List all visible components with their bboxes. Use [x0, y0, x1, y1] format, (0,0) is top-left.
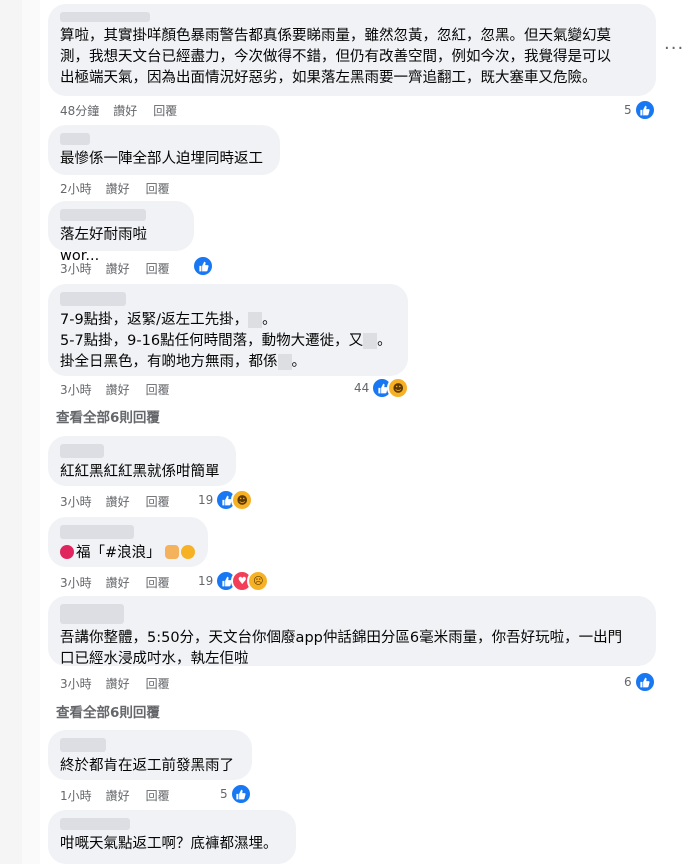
like-button[interactable]: 讚好	[106, 180, 130, 197]
author-name-redacted[interactable]	[60, 604, 124, 624]
view-all-replies-link[interactable]: 查看全部6則回覆	[56, 406, 160, 426]
comment-bubble: 落左好耐雨啦wor...	[48, 201, 194, 264]
reply-button[interactable]: 回覆	[146, 675, 170, 692]
author-name-redacted[interactable]	[60, 818, 130, 830]
reaction-count[interactable]	[192, 255, 214, 277]
comment-time[interactable]: 48分鐘	[60, 102, 99, 119]
reply-button[interactable]: 回覆	[146, 260, 170, 277]
like-reaction-icon	[229, 783, 252, 805]
comment-bubble: 算啦，其實掛咩顏色暴雨警告都真係要睇雨量，雖然忽黃，忽紅，忽黑。但天氣變幻莫 測…	[48, 4, 656, 96]
reply-button[interactable]: 回覆	[146, 574, 170, 591]
comment-bubble: 吾講你整體，5:50分，天文台你個廢app仲話錦田分區6毫米雨量，你吾好玩啦，一…	[48, 596, 656, 667]
left-strip-inner	[22, 0, 40, 864]
comment-time[interactable]: 1小時	[60, 787, 92, 804]
like-button[interactable]: 讚好	[106, 260, 130, 277]
like-button[interactable]: 讚好	[106, 675, 130, 692]
more-options-icon[interactable]: ···	[664, 38, 682, 59]
comment-time[interactable]: 2小時	[60, 180, 92, 197]
comment-text: 終於都肯在返工前發黑雨了	[60, 758, 234, 774]
reaction-number: 5	[220, 787, 228, 801]
author-name-redacted[interactable]	[60, 209, 146, 221]
haha-reaction-icon: ☻	[387, 377, 410, 399]
reaction-number: 44	[354, 381, 370, 395]
reaction-number: 19	[198, 493, 214, 507]
like-reaction-icon	[192, 255, 214, 277]
comment-actions: 1小時 讚好 回覆	[60, 787, 186, 804]
author-name-redacted[interactable]	[60, 525, 134, 539]
reaction-number: 19	[198, 574, 214, 588]
like-reaction-icon	[633, 671, 656, 693]
comment-time[interactable]: 3小時	[60, 493, 92, 510]
comment-text-line: 掛全日黑色，有啲地方無雨，都係。	[60, 354, 306, 370]
author-name-redacted[interactable]	[60, 12, 150, 22]
pleading-emoji-icon	[180, 545, 195, 559]
author-name-redacted[interactable]	[60, 133, 90, 145]
comment-time[interactable]: 3小時	[60, 675, 92, 692]
comment-actions: 3小時 讚好 回覆	[60, 493, 186, 510]
comment-actions: 3小時 讚好 回覆	[60, 260, 186, 277]
comment-time[interactable]: 3小時	[60, 260, 92, 277]
redacted-emoji	[248, 312, 263, 328]
comment-bubble: 咁嘅天氣點返工啊？底褲都濕埋。	[48, 810, 296, 864]
reply-button[interactable]: 回覆	[146, 381, 170, 398]
comment-text-line: 7-9點掛，返緊/返左工先掛，。	[60, 312, 277, 328]
sad-reaction-icon: ☹	[247, 570, 270, 592]
comment-bubble: 最慘係一陣全部人迫埋同時返工	[48, 125, 280, 175]
comment-text-line: 5-7點掛，9-16點任何時間落，動物大遷徙，又。	[60, 333, 392, 349]
view-all-replies-link[interactable]: 查看全部6則回覆	[56, 701, 160, 721]
comment-text: 最慘係一陣全部人迫埋同時返工	[60, 151, 263, 167]
author-name-redacted[interactable]	[60, 738, 106, 752]
emoji-icon	[60, 545, 74, 559]
redacted-emoji	[277, 354, 292, 370]
like-button[interactable]: 讚好	[106, 493, 130, 510]
comment-text: 算啦，其實掛咩顏色暴雨警告都真係要睇雨量，雖然忽黃，忽紅，忽黑。但天氣變幻莫 測…	[60, 28, 611, 86]
comment-actions: 48分鐘 讚好 回覆	[60, 102, 193, 119]
comment-time[interactable]: 3小時	[60, 381, 92, 398]
left-strip	[0, 0, 22, 864]
reply-button[interactable]: 回覆	[153, 102, 177, 119]
like-button[interactable]: 讚好	[106, 574, 130, 591]
comment-actions: 3小時 讚好 回覆	[60, 381, 186, 398]
reaction-count[interactable]: 19 ☻	[198, 489, 254, 511]
like-button[interactable]: 讚好	[113, 102, 137, 119]
reaction-count[interactable]: 5	[624, 99, 656, 121]
comment-time[interactable]: 3小時	[60, 574, 92, 591]
comment-text: 咁嘅天氣點返工啊？底褲都濕埋。	[60, 836, 278, 852]
redacted-emoji	[363, 333, 378, 349]
comment-text: 吾講你整體，5:50分，天文台你個廢app仲話錦田分區6毫米雨量，你吾好玩啦，一…	[60, 630, 623, 667]
comment-text: 紅紅黑紅紅黑就係咁簡單	[60, 464, 220, 480]
reaction-number: 6	[624, 675, 632, 689]
comment-actions: 3小時 讚好 回覆	[60, 675, 186, 692]
reaction-count[interactable]: 19 ♥ ☹	[198, 570, 270, 592]
like-button[interactable]: 讚好	[106, 787, 130, 804]
comment-bubble: 終於都肯在返工前發黑雨了	[48, 730, 252, 780]
comment-bubble: 7-9點掛，返緊/返左工先掛，。 5-7點掛，9-16點任何時間落，動物大遷徙，…	[48, 284, 408, 376]
comment-actions: 2小時 讚好 回覆	[60, 180, 186, 197]
reaction-count[interactable]: 44 ☻	[354, 377, 410, 399]
reaction-number: 5	[624, 103, 632, 117]
reply-button[interactable]: 回覆	[146, 180, 170, 197]
reply-button[interactable]: 回覆	[146, 787, 170, 804]
reaction-count[interactable]: 5	[220, 783, 252, 805]
like-button[interactable]: 讚好	[106, 381, 130, 398]
comment-text: 福「#浪浪」	[60, 543, 196, 564]
reply-button[interactable]: 回覆	[146, 493, 170, 510]
author-name-redacted[interactable]	[60, 292, 126, 306]
author-name-redacted[interactable]	[60, 444, 104, 458]
comment-actions: 3小時 讚好 回覆	[60, 574, 186, 591]
comment-bubble: 紅紅黑紅紅黑就係咁簡單	[48, 436, 236, 486]
pray-emoji-icon	[164, 545, 179, 559]
reaction-count[interactable]: 6	[624, 671, 656, 693]
like-reaction-icon	[633, 99, 656, 121]
haha-reaction-icon: ☻	[231, 489, 254, 511]
comment-bubble: 福「#浪浪」	[48, 517, 208, 567]
